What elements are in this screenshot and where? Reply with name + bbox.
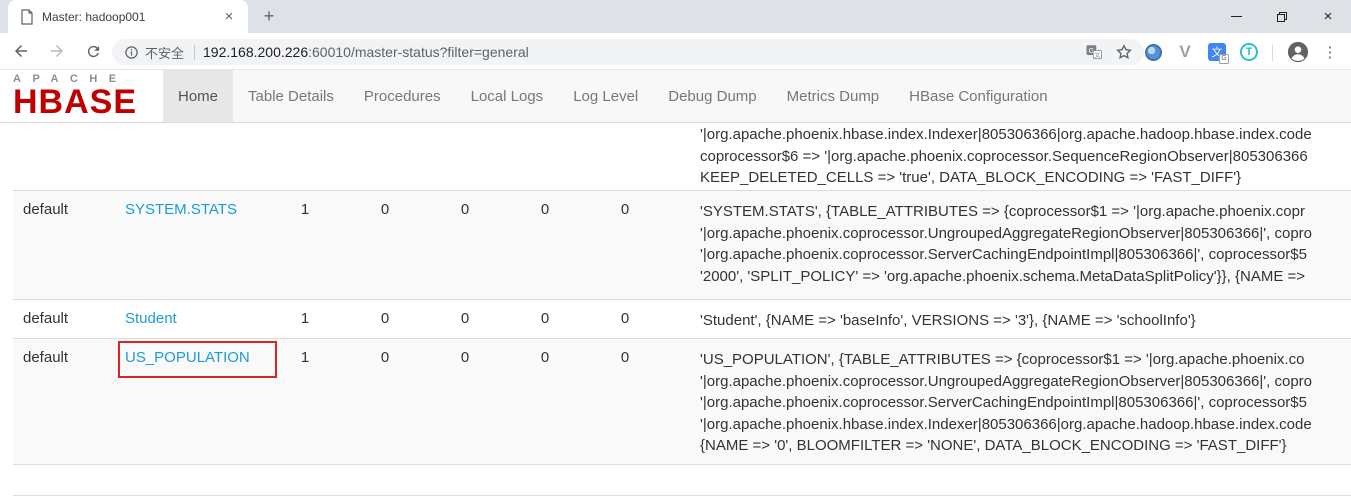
- online-regions-cell: 1: [265, 339, 345, 464]
- forward-arrow-icon: [48, 42, 66, 60]
- new-tab-button[interactable]: +: [258, 6, 280, 28]
- offline-regions-cell: 0: [345, 300, 425, 338]
- vue-extension-icon: V: [1179, 42, 1190, 62]
- section-divider: [13, 495, 1351, 496]
- split-regions-cell: 0: [505, 339, 585, 464]
- table-link-system-stats[interactable]: SYSTEM.STATS: [125, 201, 237, 218]
- failed-regions-cell: 0: [425, 339, 505, 464]
- forward-button[interactable]: [42, 36, 72, 66]
- url-text[interactable]: 192.168.200.226:60010/master-status?filt…: [203, 44, 1076, 60]
- swirl-extension-icon: [1145, 44, 1162, 61]
- browser-tab[interactable]: Master: hadoop001 ×: [8, 0, 248, 33]
- nav-item-debug-dump[interactable]: Debug Dump: [653, 70, 771, 122]
- translate-icon: G 文: [1085, 43, 1103, 61]
- info-icon[interactable]: [124, 45, 139, 60]
- google-translate-extension-icon: 文G: [1208, 43, 1226, 61]
- nav-item-table-details[interactable]: Table Details: [233, 70, 349, 122]
- page-content: '|org.apache.phoenix.hbase.index.Indexer…: [0, 123, 1351, 502]
- extensions-area: V 文G T ⋮: [1134, 38, 1343, 66]
- browser-toolbar: 不安全 192.168.200.226:60010/master-status?…: [0, 33, 1351, 70]
- failed-regions-cell: 0: [425, 300, 505, 338]
- table-row-system-stats: default SYSTEM.STATS 1 0 0 0 0 'SYSTEM.S…: [13, 190, 1351, 299]
- offline-regions-cell: 0: [345, 191, 425, 299]
- namespace-cell: default: [13, 191, 125, 299]
- nav-item-hbase-configuration[interactable]: HBase Configuration: [894, 70, 1062, 122]
- url-host: 192.168.200.226: [203, 44, 308, 60]
- table-row-student: default Student 1 0 0 0 0 'Student', {NA…: [13, 299, 1351, 338]
- split-regions-cell: 0: [505, 300, 585, 338]
- security-label[interactable]: 不安全: [145, 43, 184, 62]
- online-regions-cell: 1: [265, 300, 345, 338]
- failed-regions-cell: 0: [425, 191, 505, 299]
- namespace-cell: default: [13, 300, 125, 338]
- table-description: 'US_POPULATION', {TABLE_ATTRIBUTES => {c…: [665, 339, 1351, 464]
- other-regions-cell: 0: [585, 191, 665, 299]
- namespace-cell: default: [13, 339, 125, 464]
- hbase-logo: APACHE HBASE: [0, 70, 163, 122]
- extension-tampermonkey-button[interactable]: T: [1236, 39, 1262, 65]
- close-icon: ×: [1324, 9, 1333, 24]
- hbase-nav-items: Home Table Details Procedures Local Logs…: [163, 70, 1063, 122]
- table-row-us-population: default US_POPULATION 1 0 0 0 0 'US_POPU…: [13, 338, 1351, 465]
- table-row-partial: '|org.apache.phoenix.hbase.index.Indexer…: [13, 123, 1351, 190]
- reload-icon: [85, 43, 102, 60]
- window-close-button[interactable]: ×: [1305, 0, 1351, 33]
- offline-regions-cell: 0: [345, 339, 425, 464]
- nav-item-procedures[interactable]: Procedures: [349, 70, 456, 122]
- tab-close-icon[interactable]: ×: [220, 8, 238, 26]
- kebab-menu-icon: ⋮: [1323, 45, 1338, 60]
- extension-vue-button[interactable]: V: [1172, 39, 1198, 65]
- other-regions-cell: 0: [585, 300, 665, 338]
- window-restore-button[interactable]: [1259, 0, 1305, 33]
- extension-swirl-button[interactable]: [1140, 39, 1166, 65]
- table-description: '|org.apache.phoenix.hbase.index.Indexer…: [665, 123, 1351, 190]
- table-name-cell: US_POPULATION: [125, 339, 265, 464]
- table-name-cell: Student: [125, 300, 265, 338]
- extension-translate-button[interactable]: 文G: [1204, 39, 1230, 65]
- table-link-us-population[interactable]: US_POPULATION: [125, 349, 250, 366]
- address-bar[interactable]: 不安全 192.168.200.226:60010/master-status?…: [112, 39, 1144, 65]
- hbase-logo-text: HBASE: [13, 86, 163, 118]
- nav-item-log-level[interactable]: Log Level: [558, 70, 653, 122]
- tab-title: Master: hadoop001: [42, 10, 220, 24]
- back-arrow-icon: [12, 42, 30, 60]
- hbase-navbar: APACHE HBASE Home Table Details Procedur…: [0, 70, 1351, 123]
- browser-titlebar: Master: hadoop001 × + ×: [0, 0, 1351, 33]
- table-name-cell: SYSTEM.STATS: [125, 191, 265, 299]
- table-link-student[interactable]: Student: [125, 310, 177, 327]
- table-description: 'Student', {NAME => 'baseInfo', VERSIONS…: [665, 300, 1351, 338]
- window-controls: ×: [1213, 0, 1351, 33]
- bookmark-button[interactable]: [1112, 40, 1136, 64]
- nav-item-local-logs[interactable]: Local Logs: [456, 70, 559, 122]
- tables-table: '|org.apache.phoenix.hbase.index.Indexer…: [13, 123, 1351, 465]
- browser-menu-button[interactable]: ⋮: [1317, 39, 1343, 65]
- window-minimize-button[interactable]: [1213, 0, 1259, 33]
- minimize-icon: [1231, 16, 1242, 17]
- nav-item-home[interactable]: Home: [163, 70, 233, 122]
- restore-icon: [1277, 12, 1287, 22]
- other-regions-cell: 0: [585, 339, 665, 464]
- address-separator: [194, 45, 195, 60]
- profile-button[interactable]: [1285, 39, 1311, 65]
- star-icon: [1115, 43, 1133, 61]
- toolbar-separator: [1272, 44, 1273, 61]
- tampermonkey-extension-icon: T: [1240, 43, 1258, 61]
- back-button[interactable]: [6, 36, 36, 66]
- online-regions-cell: 1: [265, 191, 345, 299]
- profile-avatar-icon: [1287, 41, 1309, 63]
- split-regions-cell: 0: [505, 191, 585, 299]
- table-description: 'SYSTEM.STATS', {TABLE_ATTRIBUTES => {co…: [665, 191, 1351, 299]
- nav-item-metrics-dump[interactable]: Metrics Dump: [772, 70, 895, 122]
- reload-button[interactable]: [78, 36, 108, 66]
- url-path: :60010/master-status?filter=general: [308, 44, 529, 60]
- page-icon: [20, 9, 34, 25]
- translate-page-button[interactable]: G 文: [1082, 40, 1106, 64]
